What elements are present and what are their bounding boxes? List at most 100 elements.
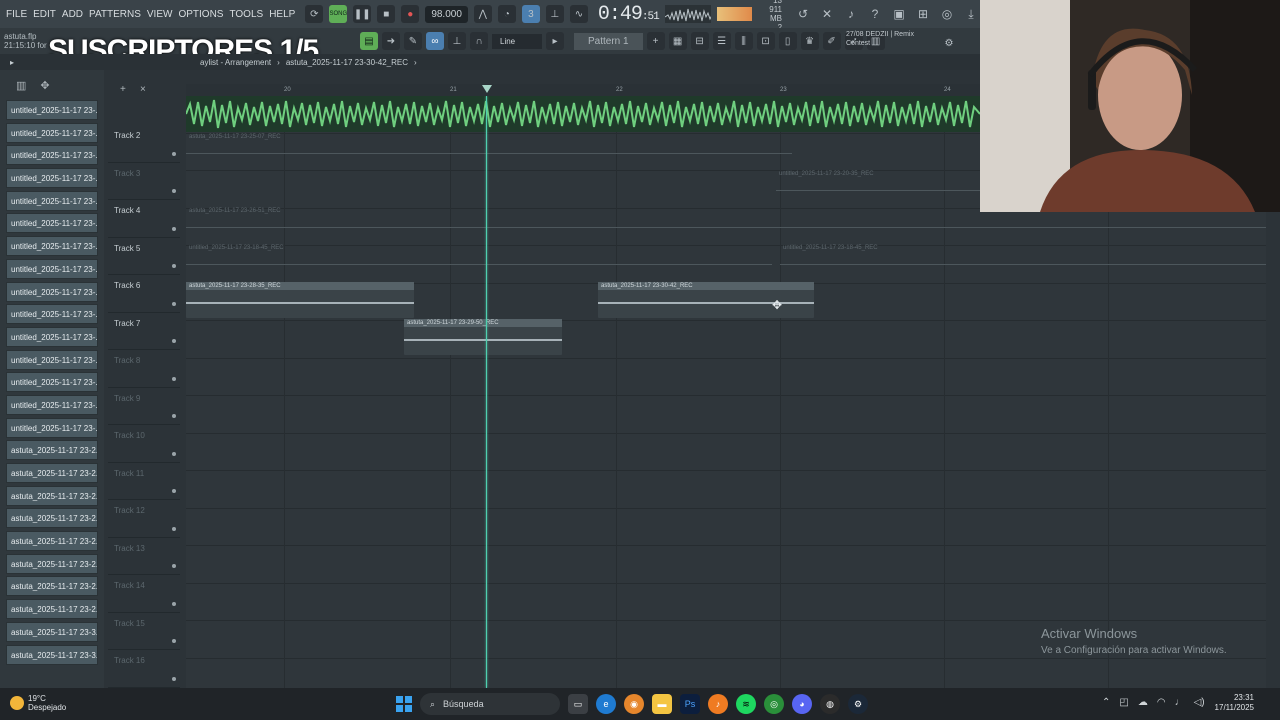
track-header[interactable]: Track 16 xyxy=(108,650,180,688)
track-header[interactable]: Track 7 xyxy=(108,313,180,350)
playlist-icon[interactable]: ▦ xyxy=(668,32,687,50)
chevron-up-icon[interactable]: ⌃ xyxy=(1102,697,1110,708)
browser-clip-item[interactable]: astuta_2025-11-17 23-2... xyxy=(6,599,98,620)
cloud-icon[interactable]: ☁ xyxy=(1138,697,1148,708)
chrome-icon[interactable]: ◎ xyxy=(764,694,784,714)
track-lane[interactable] xyxy=(186,584,1266,621)
close-icon[interactable]: × xyxy=(140,84,146,95)
stop-button[interactable]: ■ xyxy=(377,5,396,23)
weather-widget[interactable]: 19°C Despejado xyxy=(10,694,66,712)
browser-clip-item[interactable]: untitled_2025-11-17 23-... xyxy=(6,281,98,302)
add-pattern-button[interactable]: + xyxy=(646,32,665,50)
browser-move-icon[interactable]: ✥ xyxy=(40,79,49,92)
playlist-view-icon[interactable]: ▤ xyxy=(360,32,378,50)
photoshop-icon[interactable]: Ps xyxy=(680,694,700,714)
menu-tools[interactable]: TOOLS xyxy=(229,9,263,20)
tools-icon[interactable]: ✕ xyxy=(818,5,836,23)
snap-select[interactable]: Line xyxy=(492,33,542,49)
track-header[interactable]: Track 9 xyxy=(108,388,180,425)
track-header[interactable]: Track 4 xyxy=(108,200,180,238)
song-mode-toggle[interactable]: SONG xyxy=(329,5,348,23)
discord-icon[interactable]: ◕ xyxy=(792,694,812,714)
tempo-display[interactable]: 98.000 xyxy=(425,5,468,23)
track-mute-indicator[interactable] xyxy=(172,339,176,343)
track-header[interactable]: Track 8 xyxy=(108,350,180,388)
track-header[interactable]: Track 11 xyxy=(108,463,180,500)
spotify-icon[interactable]: ≋ xyxy=(736,694,756,714)
browser-clip-item[interactable]: untitled_2025-11-17 23-... xyxy=(6,372,98,393)
taskbar-search[interactable]: ⌕ Búsqueda xyxy=(420,693,560,715)
mic-tray-icon[interactable]: ♩ xyxy=(1175,697,1185,708)
browser-clip-item[interactable]: astuta_2025-11-17 23-3... xyxy=(6,644,98,665)
stamp-icon[interactable]: ⊥ xyxy=(448,32,466,50)
track-lane[interactable] xyxy=(186,359,1266,396)
plugin-icon[interactable]: ⊞ xyxy=(914,5,932,23)
audio-clip-track2[interactable]: astuta_2025-11-17 23-25-07_REC xyxy=(186,133,792,169)
mixer-icon[interactable]: ⫼ xyxy=(734,32,753,50)
taskbar-clock[interactable]: 23:31 17/11/2025 xyxy=(1215,693,1254,713)
browser-clip-item[interactable]: untitled_2025-11-17 23-... xyxy=(6,258,98,279)
track-mute-indicator[interactable] xyxy=(172,526,176,531)
track-header[interactable]: Track 15 xyxy=(108,613,180,650)
browser-clip-item[interactable]: untitled_2025-11-17 23-... xyxy=(6,326,98,347)
audio-clip-track3[interactable]: untitled_2025-11-17 23-20-35_REC xyxy=(776,170,986,206)
countdown-icon[interactable]: 3 xyxy=(521,5,540,23)
recording-audio-clip[interactable] xyxy=(186,96,981,132)
browser-clip-item[interactable]: astuta_2025-11-17 23-2... xyxy=(6,463,98,483)
track-mute-indicator[interactable] xyxy=(172,639,176,643)
track-header[interactable]: Track 5 xyxy=(108,238,180,275)
browser-clip-item[interactable]: untitled_2025-11-17 23-... xyxy=(6,394,98,415)
track-mute-indicator[interactable] xyxy=(172,601,176,606)
menu-add[interactable]: ADD xyxy=(62,9,83,20)
track-lane[interactable] xyxy=(186,546,1266,584)
browser-icon[interactable]: ⊡ xyxy=(756,32,775,50)
pause-button[interactable]: ❚❚ xyxy=(353,5,372,23)
browser-clip-item[interactable]: untitled_2025-11-17 23-... xyxy=(6,417,98,438)
track-header[interactable]: Track 6 xyxy=(108,275,180,313)
record-button[interactable]: ● xyxy=(401,5,420,23)
browser-clip-item[interactable]: untitled_2025-11-17 23-... xyxy=(6,349,98,370)
track-mute-indicator[interactable] xyxy=(172,264,176,268)
track-lane[interactable] xyxy=(186,396,1266,434)
pattern-selector[interactable]: Pattern 1 xyxy=(574,32,643,50)
browser-clip-item[interactable]: untitled_2025-11-17 23-... xyxy=(6,213,98,234)
track-mute-indicator[interactable] xyxy=(172,226,176,231)
menu-edit[interactable]: EDIT xyxy=(33,9,56,20)
piano-roll-icon[interactable]: ☰ xyxy=(712,32,731,50)
track-lane[interactable] xyxy=(186,321,1266,359)
menu-help[interactable]: HELP xyxy=(269,9,295,20)
track-mute-indicator[interactable] xyxy=(172,489,176,493)
track-header[interactable]: Track 10 xyxy=(108,425,180,463)
windows-start-icon[interactable] xyxy=(396,696,412,712)
browser-clip-item[interactable]: astuta_2025-11-17 23-2... xyxy=(6,576,98,597)
menu-options[interactable]: OPTIONS xyxy=(178,9,223,20)
track-mute-indicator[interactable] xyxy=(172,451,176,456)
browser-clip-item[interactable]: astuta_2025-11-17 23-2... xyxy=(6,508,98,529)
fl-studio-icon[interactable]: ♪ xyxy=(708,694,728,714)
mic-icon[interactable]: ♪ xyxy=(842,5,860,23)
menu-patterns[interactable]: PATTERNS xyxy=(89,9,141,20)
download-icon[interactable]: ⤓ xyxy=(962,5,980,23)
pencil-icon[interactable]: ✎ xyxy=(404,32,422,50)
browser-clip-item[interactable]: astuta_2025-11-17 23-2... xyxy=(6,440,98,461)
loop-icon[interactable]: ⟳ xyxy=(305,5,324,23)
undo-icon[interactable]: ↺ xyxy=(794,5,812,23)
playlist-arrow-icon[interactable]: ▸ xyxy=(10,58,14,67)
blender-icon[interactable]: ◉ xyxy=(624,694,644,714)
master-volume-meter[interactable] xyxy=(717,7,753,21)
file-explorer-icon[interactable]: ▬ xyxy=(652,694,672,714)
steam-icon[interactable]: ⚙ xyxy=(848,694,868,714)
track-mute-indicator[interactable] xyxy=(172,189,176,193)
help-icon[interactable]: ? xyxy=(866,5,884,23)
link-icon[interactable]: ∞ xyxy=(426,32,444,50)
magnet-icon[interactable]: ∩ xyxy=(470,32,488,50)
menu-file[interactable]: FILE xyxy=(6,9,27,20)
browser-clip-item[interactable]: untitled_2025-11-17 23-... xyxy=(6,145,98,166)
track-header[interactable]: Track 14 xyxy=(108,575,180,613)
track-mute-indicator[interactable] xyxy=(172,151,176,156)
audio-clip-track7[interactable]: astuta_2025-11-17 23-29-50_REC xyxy=(404,319,562,355)
track-mute-indicator[interactable] xyxy=(172,301,176,306)
track-header[interactable]: Track 12 xyxy=(108,500,180,538)
browser-view-icon[interactable]: ▥ xyxy=(16,79,26,92)
chat-icon[interactable]: ◎ xyxy=(938,5,956,23)
